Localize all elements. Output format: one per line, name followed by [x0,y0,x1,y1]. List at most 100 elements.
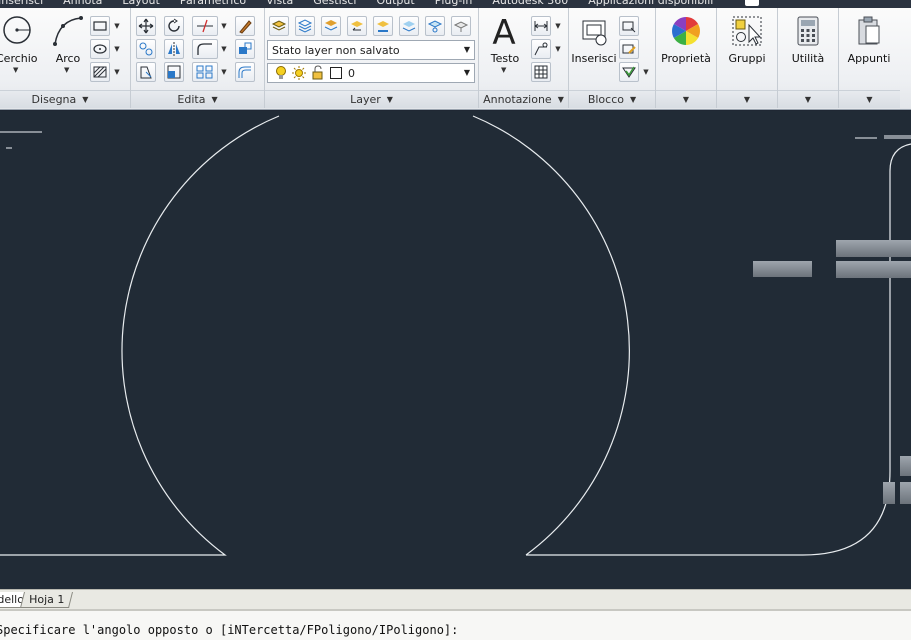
create-block-button[interactable] [619,16,639,36]
tab-gestisci[interactable]: Gestisci [303,0,366,8]
block-attributes-button[interactable] [619,62,639,82]
block-element[interactable] [900,456,911,476]
layer-off-button[interactable] [451,16,471,36]
arc-label: Arco [55,52,81,65]
offset-button[interactable] [235,62,255,82]
layer-combo[interactable]: 0 ▼ [267,63,475,83]
block-element[interactable] [883,482,895,504]
rotate-icon [168,18,180,32]
fillet-dropdown[interactable]: ▼ [219,39,229,59]
arc-dropdown[interactable]: ▼ [64,66,69,74]
layer-properties-icon [271,20,287,31]
tab-layout[interactable]: Layout [112,0,169,8]
rectangle-button[interactable] [90,16,110,36]
dimension-dropdown[interactable]: ▼ [553,16,563,36]
text-dropdown[interactable]: ▼ [501,66,506,74]
group-label: Gruppi [728,52,766,65]
layer-state-combo[interactable]: Stato layer non salvato ▼ [267,40,475,60]
block-element[interactable] [900,482,911,504]
drawing-geometry [0,115,911,556]
properties-button[interactable] [669,14,703,48]
layer-unisolate-button[interactable] [399,16,419,36]
explode-icon [239,42,252,54]
trim-dropdown[interactable]: ▼ [219,16,229,36]
tab-output[interactable]: Output [366,0,424,8]
tab-hoja-1[interactable]: Hoja 1 [20,592,74,608]
layout-tabs: Modello Hoja 1 [0,589,911,609]
scale-icon [167,65,181,79]
array-button[interactable] [192,62,218,82]
panel-title-utilita[interactable]: ▼ [778,90,838,108]
block-element[interactable] [836,240,911,257]
block-element[interactable] [753,261,812,277]
utilities-label: Utilità [791,52,825,65]
scale-button[interactable] [164,62,184,82]
circle-icon [3,16,31,44]
leader-icon [534,42,548,56]
circle-label: Cerchio [0,52,38,65]
layer-match-icon [324,20,338,31]
tab-applicazioni[interactable]: Applicazioni disponibili [578,0,723,8]
chevron-down-icon: ▼ [463,68,470,77]
panel-title-gruppi[interactable]: ▼ [717,90,777,108]
tab-annota[interactable]: Annota [53,0,112,8]
circle-button[interactable] [0,14,32,46]
tab-plugin[interactable]: Plug-in [425,0,483,8]
tab-autodesk-360[interactable]: Autodesk 360 [482,0,578,8]
array-dropdown[interactable]: ▼ [219,62,229,82]
edit-block-button[interactable] [619,39,639,59]
erase-icon [239,20,252,34]
group-button[interactable] [730,14,764,48]
layer-properties-button[interactable] [269,16,289,36]
layer-isolate-icon [377,21,389,32]
hatch-dropdown[interactable]: ▼ [112,62,122,82]
stretch-button[interactable] [136,62,156,82]
panel-title-edita[interactable]: Edita ▼ [131,90,264,108]
leader-dropdown[interactable]: ▼ [553,39,563,59]
fillet-button[interactable] [192,39,218,59]
rectangle-icon [93,21,107,31]
block-attributes-dropdown[interactable]: ▼ [641,62,651,82]
layer-match-button[interactable] [321,16,341,36]
rotate-button[interactable] [164,16,184,36]
tab-parametrico[interactable]: Parametrico [170,0,256,8]
hatch-button[interactable] [90,62,110,82]
copy-button[interactable] [136,39,156,59]
panel-title-proprieta[interactable]: ▼ [656,90,716,108]
panel-title-disegna[interactable]: Disegna ▼ [0,90,130,108]
text-button[interactable]: A [487,14,521,52]
command-line[interactable]: Specificare l'angolo opposto o [iNTercet… [0,609,911,640]
utilities-button[interactable] [793,14,823,48]
mirror-button[interactable] [164,39,184,59]
text-label: Testo [490,52,520,65]
clipboard-button[interactable] [854,14,884,48]
arc-button[interactable] [50,14,84,48]
panel-title-annotazione[interactable]: Annotazione ▼ [479,90,568,108]
circle-dropdown[interactable]: ▼ [13,66,18,74]
move-icon [138,18,154,34]
layer-state-button[interactable] [295,16,315,36]
erase-button[interactable] [235,16,255,36]
panel-title-appunti[interactable]: ▼ [839,90,900,108]
panel-title-layer[interactable]: Layer ▼ [265,90,478,108]
ellipse-dropdown[interactable]: ▼ [112,39,122,59]
dimension-button[interactable] [531,16,551,36]
layer-freeze-button[interactable] [425,16,445,36]
panel-title-blocco[interactable]: Blocco ▼ [569,90,655,108]
drawing-canvas[interactable] [0,111,911,589]
ribbon-tab-row: Inserisci Annota Layout Parametrico Vist… [0,0,911,8]
rectangle-dropdown[interactable]: ▼ [112,16,122,36]
insert-block-button[interactable] [577,14,611,50]
user-icon[interactable] [745,0,760,6]
tab-vista[interactable]: Vista [256,0,303,8]
ellipse-button[interactable] [90,39,110,59]
move-button[interactable] [136,16,156,36]
explode-button[interactable] [235,39,255,59]
tab-inserisci[interactable]: Inserisci [0,0,53,8]
layer-isolate-button[interactable] [373,16,393,36]
layer-previous-button[interactable] [347,16,367,36]
leader-button[interactable] [531,39,551,59]
trim-button[interactable] [192,16,218,36]
table-button[interactable] [531,62,551,82]
block-element[interactable] [836,261,911,278]
